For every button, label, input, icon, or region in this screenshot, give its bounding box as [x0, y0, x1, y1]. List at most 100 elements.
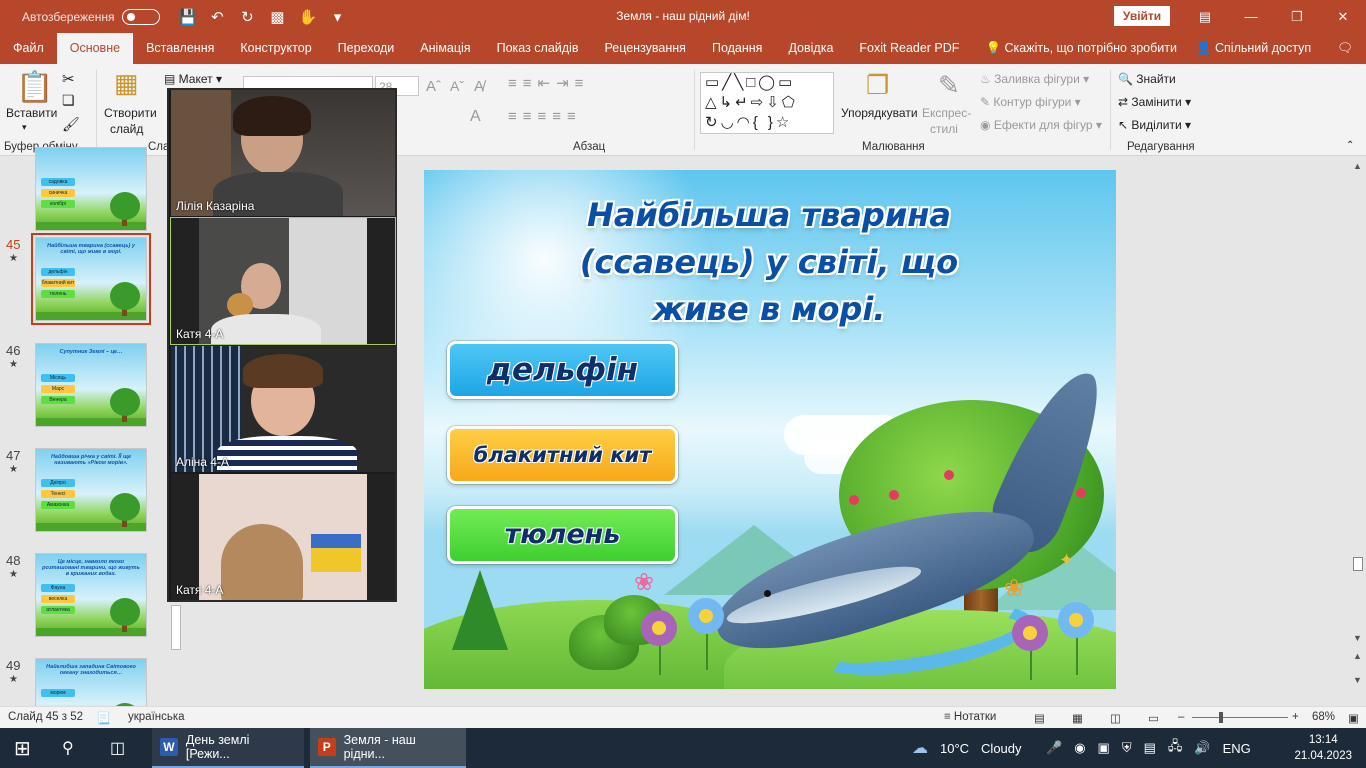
paste-button[interactable]: Вставити	[6, 106, 57, 120]
copy-icon[interactable]: ❏	[62, 92, 75, 109]
autosave-toggle[interactable]	[122, 8, 161, 25]
tab-slideshow[interactable]: Показ слайдів	[484, 33, 592, 64]
format-painter-icon[interactable]: 🖌	[62, 116, 80, 133]
collapse-ribbon-icon[interactable]: ⌃	[1346, 140, 1354, 151]
current-slide[interactable]: ❀ ❀ ✦ Найбільша тварина (ссавець) у світ…	[424, 170, 1116, 689]
replace-button[interactable]: ⇄ Замінити ▾	[1118, 95, 1191, 109]
next-slide-icon[interactable]: ▼	[1353, 675, 1362, 685]
participant-video[interactable]: Катя 4-А	[171, 474, 395, 600]
weather-widget[interactable]: ☁ 10°C Cloudy	[912, 728, 1022, 768]
slide-thumbnail[interactable]: Найдовша річка у світі. ЇЇ ще називають …	[35, 448, 147, 532]
arrange-icon[interactable]: ❐	[866, 70, 889, 101]
volume-icon[interactable]: 🔊	[1194, 740, 1210, 756]
video-call-panel[interactable]: Лілія Казаріна Катя 4-А Аліна 4-А Катя 4…	[167, 88, 397, 602]
layout-button[interactable]: ▤ Макет ▾	[164, 72, 222, 86]
clear-formatting-icon[interactable]: A̸	[474, 78, 484, 95]
participant-video[interactable]: Лілія Казаріна	[171, 90, 395, 216]
fit-slide-icon[interactable]: ▣	[1348, 711, 1359, 725]
answer-option-1[interactable]: дельфін	[447, 341, 678, 399]
redo-icon[interactable]: ↻	[238, 8, 256, 26]
tab-home[interactable]: Основне	[56, 33, 134, 64]
shrink-font-icon[interactable]: Aˇ	[450, 78, 464, 94]
scroll-thumb[interactable]	[1353, 557, 1363, 571]
paste-icon[interactable]: 📋	[16, 70, 53, 105]
ribbon-display-icon[interactable]: ▤	[1182, 0, 1228, 33]
list-buttons[interactable]: ≡≡⇤⇥≡	[508, 74, 589, 92]
maximize-button[interactable]: ❐	[1274, 0, 1320, 33]
participant-video-active-speaker[interactable]: Катя 4-А	[170, 217, 396, 345]
touch-mode-icon[interactable]: ✋	[298, 8, 317, 26]
language-indicator[interactable]: ENG	[1223, 741, 1251, 756]
tab-file[interactable]: Файл	[0, 33, 57, 64]
tray-app-icon[interactable]: ▤	[1144, 740, 1156, 756]
grow-font-icon[interactable]: Aˆ	[426, 78, 441, 95]
scroll-up-icon[interactable]: ▲	[1353, 161, 1362, 171]
quick-styles-label-2[interactable]: стилі	[930, 122, 958, 136]
taskbar-app-word[interactable]: W День землі [Режи...	[152, 728, 304, 768]
microphone-icon[interactable]: 🎤	[1046, 740, 1062, 756]
tab-foxit[interactable]: Foxit Reader PDF	[846, 33, 972, 64]
slide-sorter-icon[interactable]: ▦	[1072, 711, 1083, 725]
previous-slide-icon[interactable]: ▲	[1353, 651, 1362, 661]
cut-icon[interactable]: ✂	[62, 70, 75, 88]
slide-title[interactable]: Найбільша тварина (ссавець) у світі, що …	[534, 192, 1004, 333]
shape-outline-button[interactable]: ✎ Контур фігури ▾	[980, 95, 1081, 109]
arrange-button[interactable]: Упорядкувати	[841, 106, 918, 120]
undo-icon[interactable]: ↶	[208, 8, 226, 26]
normal-view-icon[interactable]: ▤	[1034, 711, 1045, 725]
slide-thumbnail[interactable]: Найбільша тварина (ссавець) у світі, що …	[31, 233, 151, 325]
tell-me-box[interactable]: 💡 Скажіть, що потрібно зробити	[972, 33, 1190, 64]
slide-thumbnail[interactable]: Супутник Землі – це… Місяць Марс Венера	[35, 343, 147, 427]
new-slide-label-1[interactable]: Створити	[104, 106, 157, 120]
tray-app-icon[interactable]: ▣	[1098, 740, 1110, 756]
shapes-gallery[interactable]: ▭╱╲□◯▭ △↳↵⇨⇩⬠ ↻◡◠{ }☆	[700, 72, 834, 134]
tab-help[interactable]: Довідка	[775, 33, 846, 64]
task-view-icon[interactable]: ◫	[110, 728, 125, 768]
clock[interactable]: 13:14 21.04.2023	[1294, 732, 1352, 764]
find-button[interactable]: 🔍 Знайти	[1118, 72, 1176, 86]
tab-insert[interactable]: Вставлення	[133, 33, 227, 64]
select-button[interactable]: ↖ Виділити ▾	[1118, 118, 1191, 132]
zoom-slider[interactable]	[1192, 712, 1288, 723]
align-buttons[interactable]: ≡≡≡≡≡	[508, 108, 582, 125]
slideshow-icon[interactable]: ▭	[1148, 711, 1159, 725]
new-slide-icon[interactable]: ▦	[114, 68, 139, 99]
answer-option-3[interactable]: тюлень	[447, 506, 678, 564]
security-icon[interactable]: ⛨	[1122, 740, 1132, 756]
network-icon[interactable]: 🖧	[1168, 737, 1183, 759]
slide-thumbnail[interactable]: садовка синичка колібрі	[35, 147, 147, 231]
taskbar-app-powerpoint[interactable]: P Земля - наш рідни...	[310, 728, 466, 768]
zoom-app-icon[interactable]: ◉	[1074, 740, 1085, 756]
paste-dropdown-icon[interactable]: ▾	[22, 122, 27, 133]
spellcheck-icon[interactable]: 📃	[96, 711, 110, 725]
tab-view[interactable]: Подання	[699, 33, 775, 64]
participant-video[interactable]: Аліна 4-А	[171, 346, 395, 472]
zoom-in-icon[interactable]: +	[1292, 711, 1299, 723]
zoom-out-icon[interactable]: –	[1178, 711, 1184, 723]
close-button[interactable]: ✕	[1320, 0, 1366, 33]
editor-scrollbar[interactable]: ▲ ▼ ▲ ▼	[1350, 157, 1366, 706]
tab-design[interactable]: Конструктор	[227, 33, 324, 64]
shape-fill-button[interactable]: ♨ Заливка фігури ▾	[980, 72, 1089, 86]
quick-styles-label-1[interactable]: Експрес-	[922, 106, 971, 120]
language-indicator[interactable]: українська	[128, 711, 185, 723]
sign-in-button[interactable]: Увійти	[1114, 6, 1170, 26]
save-icon[interactable]: 💾	[178, 8, 197, 26]
windows-start-icon[interactable]: ⊞	[14, 728, 31, 768]
reading-view-icon[interactable]: ◫	[1110, 711, 1121, 725]
tab-animations[interactable]: Анімація	[407, 33, 483, 64]
comments-icon[interactable]: 🗨	[1324, 33, 1366, 64]
customize-qat-icon[interactable]: ▾	[328, 8, 346, 26]
slide-thumbnail[interactable]: Це місце, навколо якого розташовані твар…	[35, 553, 147, 637]
tab-review[interactable]: Рецензування	[591, 33, 698, 64]
share-button[interactable]: 👤 Спільний доступ	[1183, 33, 1324, 64]
scroll-down-icon[interactable]: ▼	[1353, 633, 1362, 643]
tab-transitions[interactable]: Переходи	[325, 33, 408, 64]
minimize-button[interactable]: —	[1228, 0, 1274, 33]
answer-option-2[interactable]: блакитний кит	[447, 426, 678, 484]
search-icon[interactable]: ⚲	[62, 728, 74, 768]
zoom-level[interactable]: 68%	[1312, 711, 1335, 723]
quick-styles-icon[interactable]: ✎	[938, 70, 960, 101]
present-from-start-icon[interactable]: ▩	[268, 8, 286, 26]
shape-effects-button[interactable]: ◉ Ефекти для фігур ▾	[980, 118, 1102, 132]
